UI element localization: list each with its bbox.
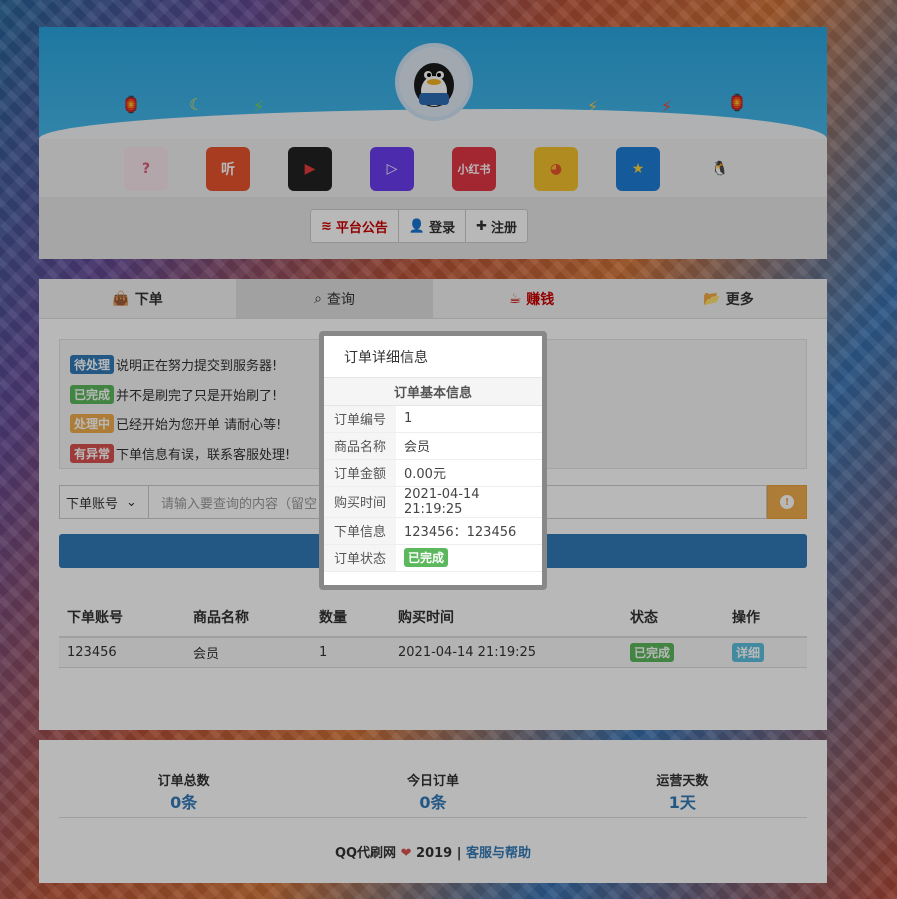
modal-row: 订单编号 1 [324,405,542,433]
modal-row: 订单金额 0.00元 [324,459,542,487]
order-detail-modal: 订单详细信息 订单基本信息 订单编号 1 商品名称 会员 订单金额 0.00元 … [319,331,547,590]
field-value: 1 [396,405,542,433]
field-key: 订单状态 [324,544,396,572]
field-value: 123456：123456 [396,517,542,545]
modal-title: 订单详细信息 [324,336,542,378]
field-value: 0.00元 [396,459,542,487]
field-key: 订单编号 [324,405,396,433]
field-value: 2021-04-14 21:19:25 [396,486,542,518]
field-value: 会员 [396,432,542,460]
modal-detail-table: 订单基本信息 订单编号 1 商品名称 会员 订单金额 0.00元 购买时间 20… [324,378,542,572]
status-badge: 已完成 [404,548,449,567]
modal-section-title: 订单基本信息 [324,378,542,406]
modal-row: 订单状态 已完成 [324,544,542,572]
modal-row: 商品名称 会员 [324,432,542,460]
field-key: 订单金额 [324,459,396,487]
field-value: 已完成 [396,544,542,572]
modal-row: 下单信息 123456：123456 [324,517,542,545]
modal-row: 购买时间 2021-04-14 21:19:25 [324,486,542,518]
field-key: 商品名称 [324,432,396,460]
field-key: 购买时间 [324,486,396,518]
field-key: 下单信息 [324,517,396,545]
